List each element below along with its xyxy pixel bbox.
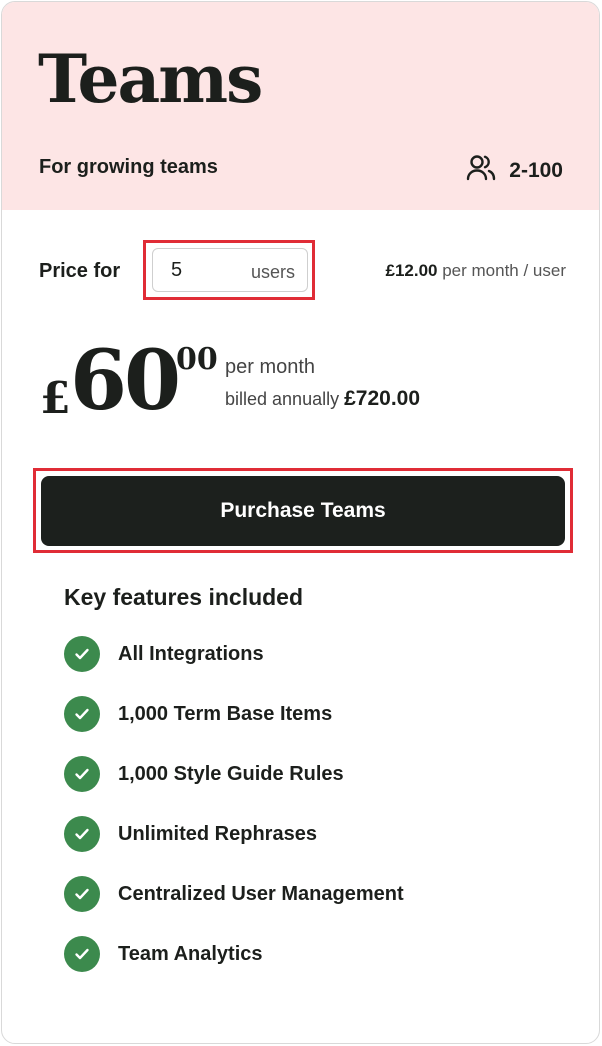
feature-item: 1,000 Term Base Items (64, 696, 404, 756)
users-icon (465, 152, 497, 190)
billed-annually: billed annually £720.00 (225, 387, 420, 411)
check-circle-icon (64, 756, 100, 792)
purchase-button[interactable]: Purchase Teams (41, 476, 565, 546)
price-for-label: Price for (39, 260, 121, 282)
user-count-input[interactable]: 5 users (152, 248, 308, 292)
feature-item: Unlimited Rephrases (64, 816, 404, 876)
feature-item: Centralized User Management (64, 876, 404, 936)
feature-list: All Integrations 1,000 Term Base Items 1… (64, 636, 404, 996)
price-amount: 60 (70, 333, 181, 429)
billing-info: per month billed annually £720.00 (225, 356, 420, 411)
feature-label: Centralized User Management (118, 883, 404, 905)
per-month-label: per month (225, 356, 316, 378)
billed-annually-label: billed annually (225, 389, 340, 409)
feature-label: Unlimited Rephrases (118, 823, 317, 845)
price-cents: 00 (176, 342, 218, 377)
team-size-label: 2-100 (509, 159, 563, 182)
feature-label: 1,000 Style Guide Rules (118, 763, 344, 785)
feature-item: 1,000 Style Guide Rules (64, 756, 404, 816)
price-currency: £ (40, 373, 71, 424)
team-size: 2-100 (465, 152, 563, 190)
feature-item: All Integrations (64, 636, 404, 696)
check-circle-icon (64, 936, 100, 972)
user-count-highlight: 5 users (143, 240, 315, 300)
check-circle-icon (64, 876, 100, 912)
per-user-text: per month / user (442, 261, 566, 280)
plan-header: Teams For growing teams 2-100 (2, 2, 599, 210)
user-count-unit: users (250, 262, 295, 282)
feature-item: Team Analytics (64, 936, 404, 996)
check-circle-icon (64, 696, 100, 732)
per-user-price: £12.00 per month / user (385, 261, 566, 281)
annual-total: £720.00 (344, 387, 421, 410)
features-heading: Key features included (64, 584, 304, 610)
check-circle-icon (64, 636, 100, 672)
check-circle-icon (64, 816, 100, 852)
feature-label: Team Analytics (118, 943, 263, 965)
feature-label: All Integrations (118, 643, 264, 665)
pricing-card: Teams For growing teams 2-100 Price for … (1, 1, 600, 1044)
per-user-amount: £12.00 (385, 261, 438, 280)
user-count-value: 5 (171, 259, 183, 281)
plan-subtitle: For growing teams (39, 156, 218, 178)
purchase-highlight: Purchase Teams (33, 468, 573, 553)
plan-title: Teams (38, 40, 263, 118)
feature-label: 1,000 Term Base Items (118, 703, 333, 725)
price-row: Price for 5 users £12.00 per month / use… (39, 240, 566, 300)
